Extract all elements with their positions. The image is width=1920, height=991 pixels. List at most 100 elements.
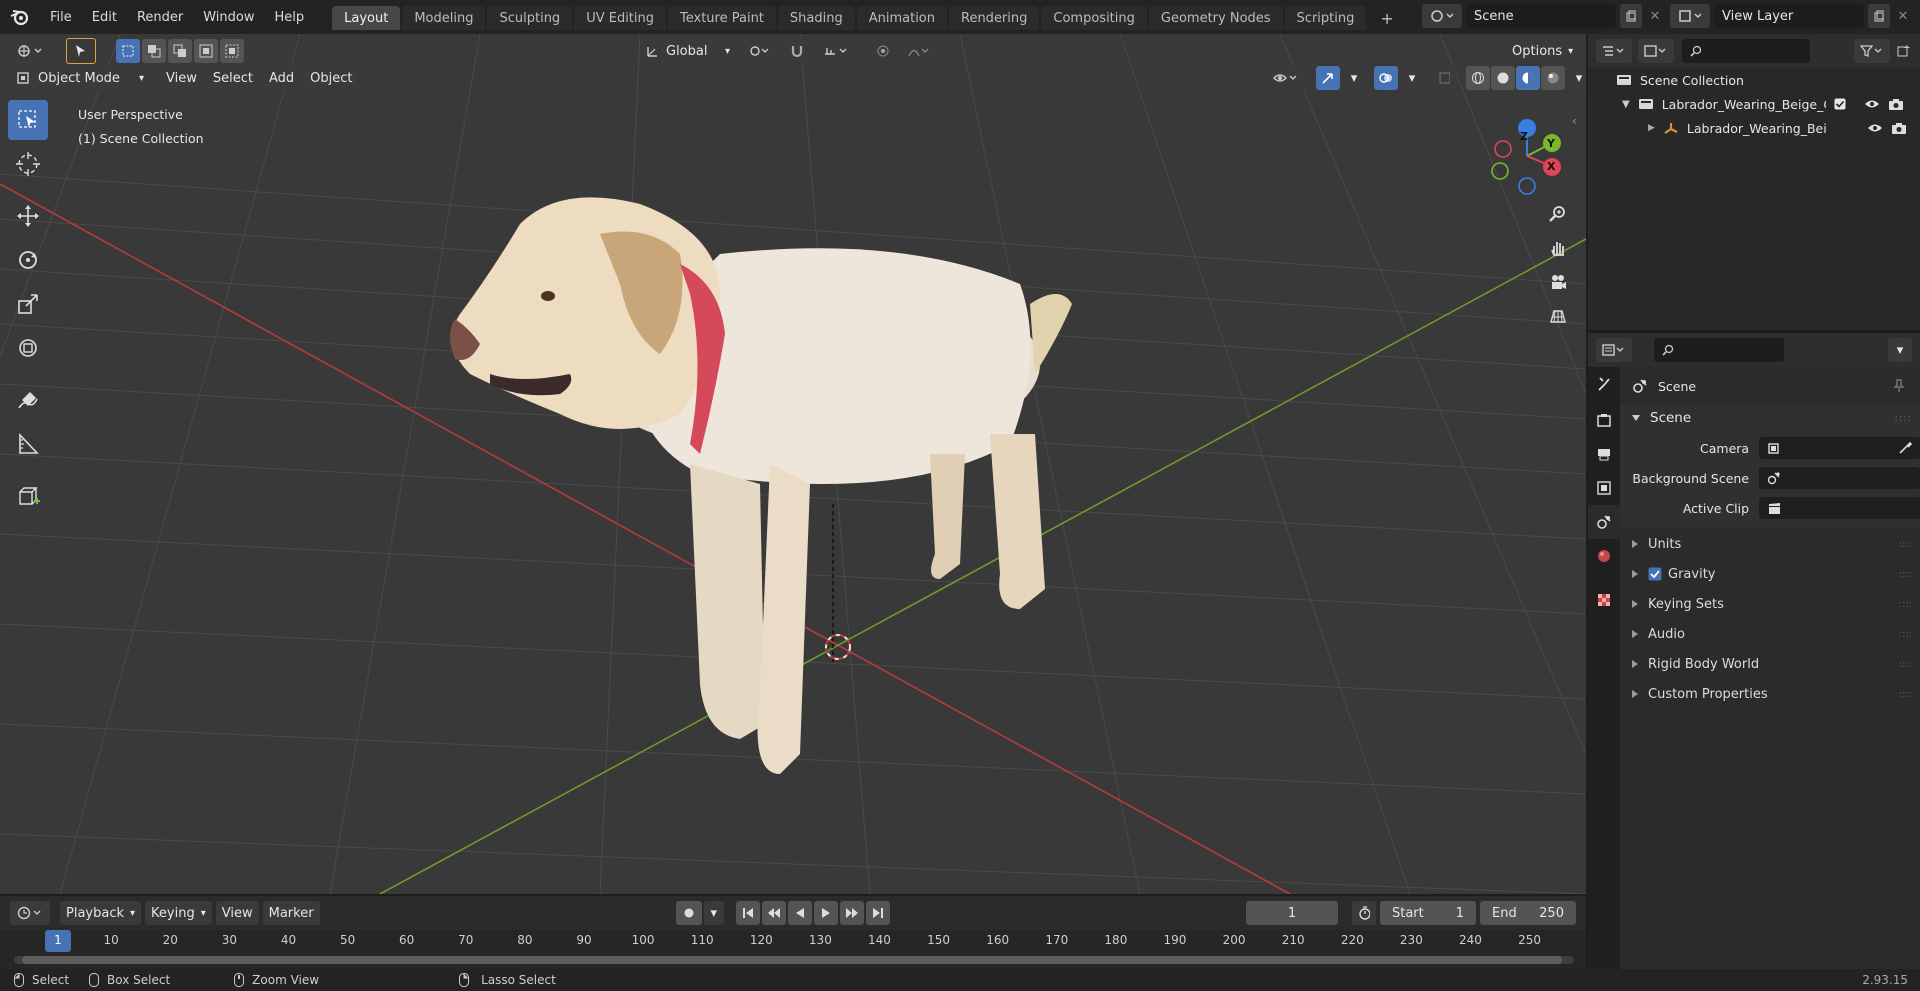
tab-sculpting[interactable]: Sculpting bbox=[487, 6, 573, 30]
gravity-panel-header[interactable]: Gravity :::: bbox=[1620, 559, 1920, 589]
view-layer-field[interactable]: View Layer bbox=[1714, 4, 1864, 28]
measure-tool[interactable] bbox=[8, 424, 48, 464]
viewport-menu-add[interactable]: Add bbox=[262, 66, 301, 90]
tab-modeling[interactable]: Modeling bbox=[402, 6, 486, 30]
menu-render[interactable]: Render bbox=[127, 0, 193, 34]
menu-file[interactable]: File bbox=[40, 0, 82, 34]
camera-view-icon[interactable] bbox=[1542, 266, 1574, 298]
chevron-down-icon[interactable]: ▾ bbox=[1888, 338, 1912, 362]
wireframe-shading-icon[interactable] bbox=[1466, 66, 1490, 90]
tab-texture-paint[interactable]: Texture Paint bbox=[668, 6, 776, 30]
prev-keyframe-icon[interactable] bbox=[761, 901, 786, 925]
view-layer-close-icon[interactable]: ✕ bbox=[1894, 9, 1912, 24]
scene-field[interactable]: Scene bbox=[1466, 4, 1616, 28]
move-tool[interactable] bbox=[8, 196, 48, 236]
custom-properties-panel-header[interactable]: Custom Properties :::: bbox=[1620, 679, 1920, 709]
chevron-down-icon[interactable]: ▾ bbox=[1402, 66, 1422, 90]
drag-grip-icon[interactable]: :::: bbox=[1899, 569, 1912, 580]
select-intersect-icon[interactable] bbox=[220, 39, 244, 63]
zoom-icon[interactable] bbox=[1542, 198, 1574, 230]
scene-close-icon[interactable]: ✕ bbox=[1646, 9, 1664, 24]
play-icon[interactable] bbox=[813, 901, 838, 925]
drag-grip-icon[interactable]: :::: bbox=[1899, 659, 1912, 670]
snap-target-icon[interactable] bbox=[816, 39, 856, 63]
viewport-menu-select[interactable]: Select bbox=[206, 66, 259, 90]
pan-hand-icon[interactable] bbox=[1542, 232, 1574, 264]
timeline-menu-marker[interactable]: Marker bbox=[262, 901, 320, 925]
chevron-down-icon[interactable]: ▾ bbox=[703, 901, 724, 925]
playback-dropdown[interactable]: Playback ▾ bbox=[60, 901, 142, 925]
keying-dropdown[interactable]: Keying ▾ bbox=[145, 901, 212, 925]
end-frame-field[interactable]: End 250 bbox=[1479, 901, 1576, 925]
texture-tab-icon[interactable] bbox=[1588, 583, 1620, 617]
tab-layout[interactable]: Layout bbox=[332, 6, 401, 30]
current-frame-field[interactable]: 1 bbox=[1245, 901, 1338, 925]
eye-icon[interactable] bbox=[1867, 122, 1883, 134]
rotate-tool[interactable] bbox=[8, 240, 48, 280]
next-keyframe-icon[interactable] bbox=[839, 901, 864, 925]
timeline-menu-view[interactable]: View bbox=[215, 901, 259, 925]
transform-orientation-dropdown[interactable]: Global ▾ bbox=[640, 39, 736, 63]
new-collection-icon[interactable] bbox=[1896, 44, 1912, 58]
output-tab-icon[interactable] bbox=[1588, 437, 1620, 471]
material-shading-icon[interactable] bbox=[1516, 66, 1540, 90]
pivot-point-icon[interactable] bbox=[742, 39, 778, 63]
labrador-model[interactable] bbox=[450, 197, 1072, 774]
select-tool-cursor-icon[interactable] bbox=[66, 38, 96, 64]
proportional-editing-icon[interactable] bbox=[870, 39, 896, 63]
outliner-row-scene-collection[interactable]: Scene Collection bbox=[1588, 68, 1920, 92]
keying-sets-panel-header[interactable]: Keying Sets :::: bbox=[1620, 589, 1920, 619]
editor-type-button[interactable] bbox=[10, 39, 50, 63]
select-subtract-icon[interactable] bbox=[168, 39, 192, 63]
scale-tool[interactable] bbox=[8, 284, 48, 324]
timeline-editor-type-icon[interactable] bbox=[10, 901, 50, 925]
select-box-tool[interactable] bbox=[8, 100, 48, 140]
select-invert-icon[interactable] bbox=[194, 39, 218, 63]
navigation-gizmo[interactable] bbox=[1490, 108, 1580, 208]
stopwatch-icon[interactable] bbox=[1351, 901, 1376, 925]
menu-edit[interactable]: Edit bbox=[82, 0, 127, 34]
tool-settings-tab-icon[interactable] bbox=[1588, 367, 1620, 401]
scene-browse-button[interactable] bbox=[1422, 4, 1462, 28]
cursor-tool[interactable] bbox=[8, 144, 48, 184]
sidebar-toggle-chevron-icon[interactable]: ‹ bbox=[1572, 114, 1577, 128]
pin-icon[interactable] bbox=[1892, 379, 1906, 393]
drag-grip-icon[interactable]: :::: bbox=[1899, 599, 1912, 610]
eyedropper-icon[interactable] bbox=[1898, 441, 1912, 455]
display-mode-icon[interactable] bbox=[1638, 39, 1674, 63]
properties-editor-type-icon[interactable] bbox=[1596, 338, 1632, 362]
transform-tool[interactable] bbox=[8, 328, 48, 368]
filter-funnel-icon[interactable] bbox=[1854, 39, 1890, 63]
outliner-row-collection[interactable]: ▼ Labrador_Wearing_Beige_Co bbox=[1588, 92, 1920, 116]
tab-animation[interactable]: Animation bbox=[856, 6, 947, 30]
snap-magnet-icon[interactable] bbox=[784, 39, 810, 63]
rigid-body-world-panel-header[interactable]: Rigid Body World :::: bbox=[1620, 649, 1920, 679]
solid-shading-icon[interactable] bbox=[1491, 66, 1515, 90]
chevron-down-icon[interactable]: ▾ bbox=[1344, 66, 1364, 90]
background-scene-field[interactable] bbox=[1759, 467, 1920, 489]
drag-grip-icon[interactable]: :::: bbox=[1899, 629, 1912, 640]
overlays-toggle-icon[interactable] bbox=[1374, 66, 1398, 90]
drag-grip-icon[interactable]: :::: bbox=[1895, 413, 1912, 424]
units-panel-header[interactable]: Units :::: bbox=[1620, 529, 1920, 559]
visibility-eye-icon[interactable] bbox=[1266, 66, 1306, 90]
gizmo-toggle-icon[interactable] bbox=[1316, 66, 1340, 90]
select-new-icon[interactable] bbox=[116, 39, 140, 63]
active-clip-field[interactable] bbox=[1759, 497, 1920, 519]
render-camera-icon[interactable] bbox=[1888, 97, 1904, 111]
drag-grip-icon[interactable]: :::: bbox=[1899, 689, 1912, 700]
eye-icon[interactable] bbox=[1864, 98, 1880, 110]
add-workspace-button[interactable]: + bbox=[1368, 6, 1405, 30]
options-dropdown[interactable]: Options ▾ bbox=[1506, 38, 1580, 64]
record-icon[interactable] bbox=[675, 901, 702, 925]
scene-tab-icon[interactable] bbox=[1588, 505, 1620, 539]
scene-panel-header[interactable]: Scene :::: bbox=[1620, 403, 1920, 433]
exclude-checkbox-icon[interactable] bbox=[1834, 98, 1846, 110]
outliner-editor-type-icon[interactable] bbox=[1596, 39, 1632, 63]
annotate-tool[interactable] bbox=[8, 380, 48, 420]
start-frame-field[interactable]: Start 1 bbox=[1379, 901, 1476, 925]
expand-arrow-icon[interactable]: ▶ bbox=[1648, 123, 1655, 133]
mode-dropdown[interactable]: Object Mode ▾ bbox=[10, 66, 150, 90]
outliner-row-object[interactable]: ▶ Labrador_Wearing_Beige bbox=[1588, 116, 1920, 140]
gravity-checkbox[interactable] bbox=[1648, 567, 1662, 581]
